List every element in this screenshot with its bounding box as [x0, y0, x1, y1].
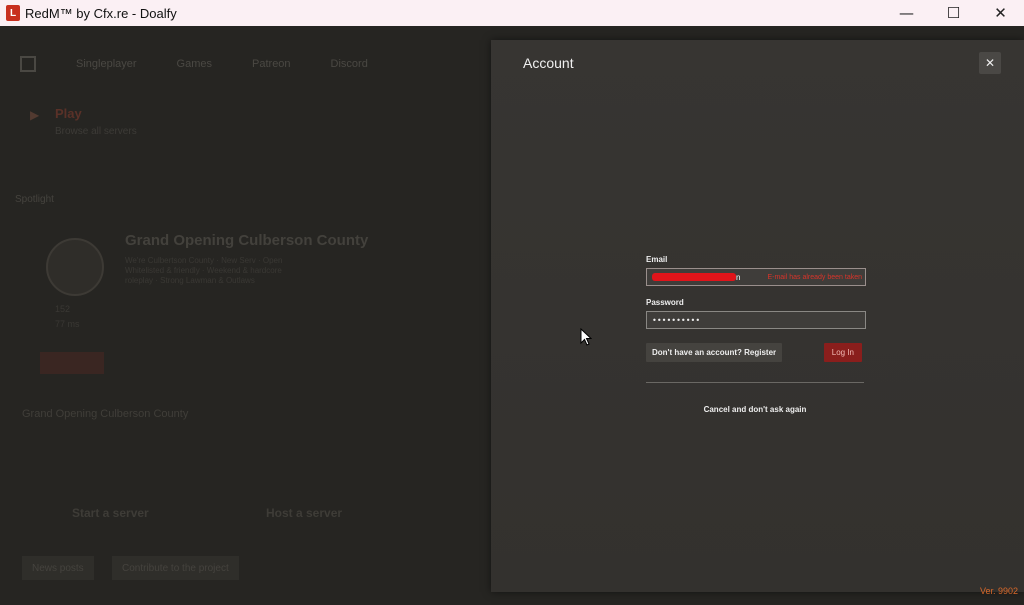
- nav-singleplayer: Singleplayer: [76, 58, 137, 70]
- background-logo-icon: [20, 56, 36, 72]
- play-title: Play: [55, 106, 82, 121]
- background-nav: Singleplayer Games Patreon Discord: [20, 56, 368, 72]
- news-posts-button: News posts: [22, 556, 94, 580]
- mouse-cursor-icon: [580, 328, 592, 346]
- maximize-button[interactable]: ☐: [930, 0, 977, 26]
- host-server-label: Host a server: [266, 506, 343, 520]
- register-button[interactable]: Don't have an account? Register: [646, 343, 783, 362]
- window-title: RedM™ by Cfx.re - Doalfy: [25, 5, 177, 21]
- nav-discord: Discord: [330, 58, 368, 70]
- server-players: 152: [55, 304, 71, 314]
- email-field[interactable]: n E-mail has already been taken: [646, 268, 866, 286]
- play-icon: ▶: [30, 108, 40, 122]
- nav-games: Games: [176, 58, 213, 70]
- account-modal: Account ✕ Email n E-mail has already bee…: [491, 40, 1024, 592]
- server-row-title: Grand Opening Culberson County: [22, 408, 189, 420]
- server-emblem-icon: [46, 238, 104, 296]
- redacted-email-mark: [652, 273, 736, 281]
- window-controls: — ☐ ✕: [883, 0, 1024, 26]
- title-bar: L RedM™ by Cfx.re - Doalfy — ☐ ✕: [0, 0, 1024, 26]
- start-server-label: Start a server: [72, 506, 149, 520]
- email-label: Email: [646, 255, 668, 264]
- close-modal-button[interactable]: ✕: [979, 52, 1001, 74]
- password-label: Password: [646, 298, 684, 307]
- email-value-tail: n: [736, 272, 741, 282]
- email-error-message: E-mail has already been taken: [767, 273, 862, 281]
- password-value: ••••••••••: [652, 315, 701, 325]
- version-label: Ver. 9902: [979, 586, 1018, 596]
- minimize-button[interactable]: —: [883, 0, 930, 26]
- server-title: Grand Opening Culberson County: [125, 232, 369, 249]
- cancel-dont-ask-button[interactable]: Cancel and don't ask again: [646, 405, 864, 414]
- divider: [646, 382, 864, 383]
- login-form: Email n E-mail has already been taken Pa…: [646, 255, 866, 414]
- modal-title: Account: [523, 55, 574, 71]
- form-actions: Don't have an account? Register Log In: [646, 343, 864, 362]
- spotlight-label: Spotlight: [15, 194, 54, 205]
- close-window-button[interactable]: ✕: [977, 0, 1024, 26]
- contribute-button: Contribute to the project: [112, 556, 239, 580]
- nav-patreon: Patreon: [252, 58, 291, 70]
- server-ping: 77 ms: [55, 319, 80, 329]
- play-subtitle: Browse all servers: [55, 126, 137, 137]
- password-field[interactable]: ••••••••••: [646, 311, 866, 329]
- connect-button: [40, 352, 104, 374]
- server-description: We're Culbertson County · New Serv · Ope…: [125, 256, 283, 285]
- login-button[interactable]: Log In: [823, 343, 862, 362]
- redm-logo-icon: L: [6, 5, 20, 21]
